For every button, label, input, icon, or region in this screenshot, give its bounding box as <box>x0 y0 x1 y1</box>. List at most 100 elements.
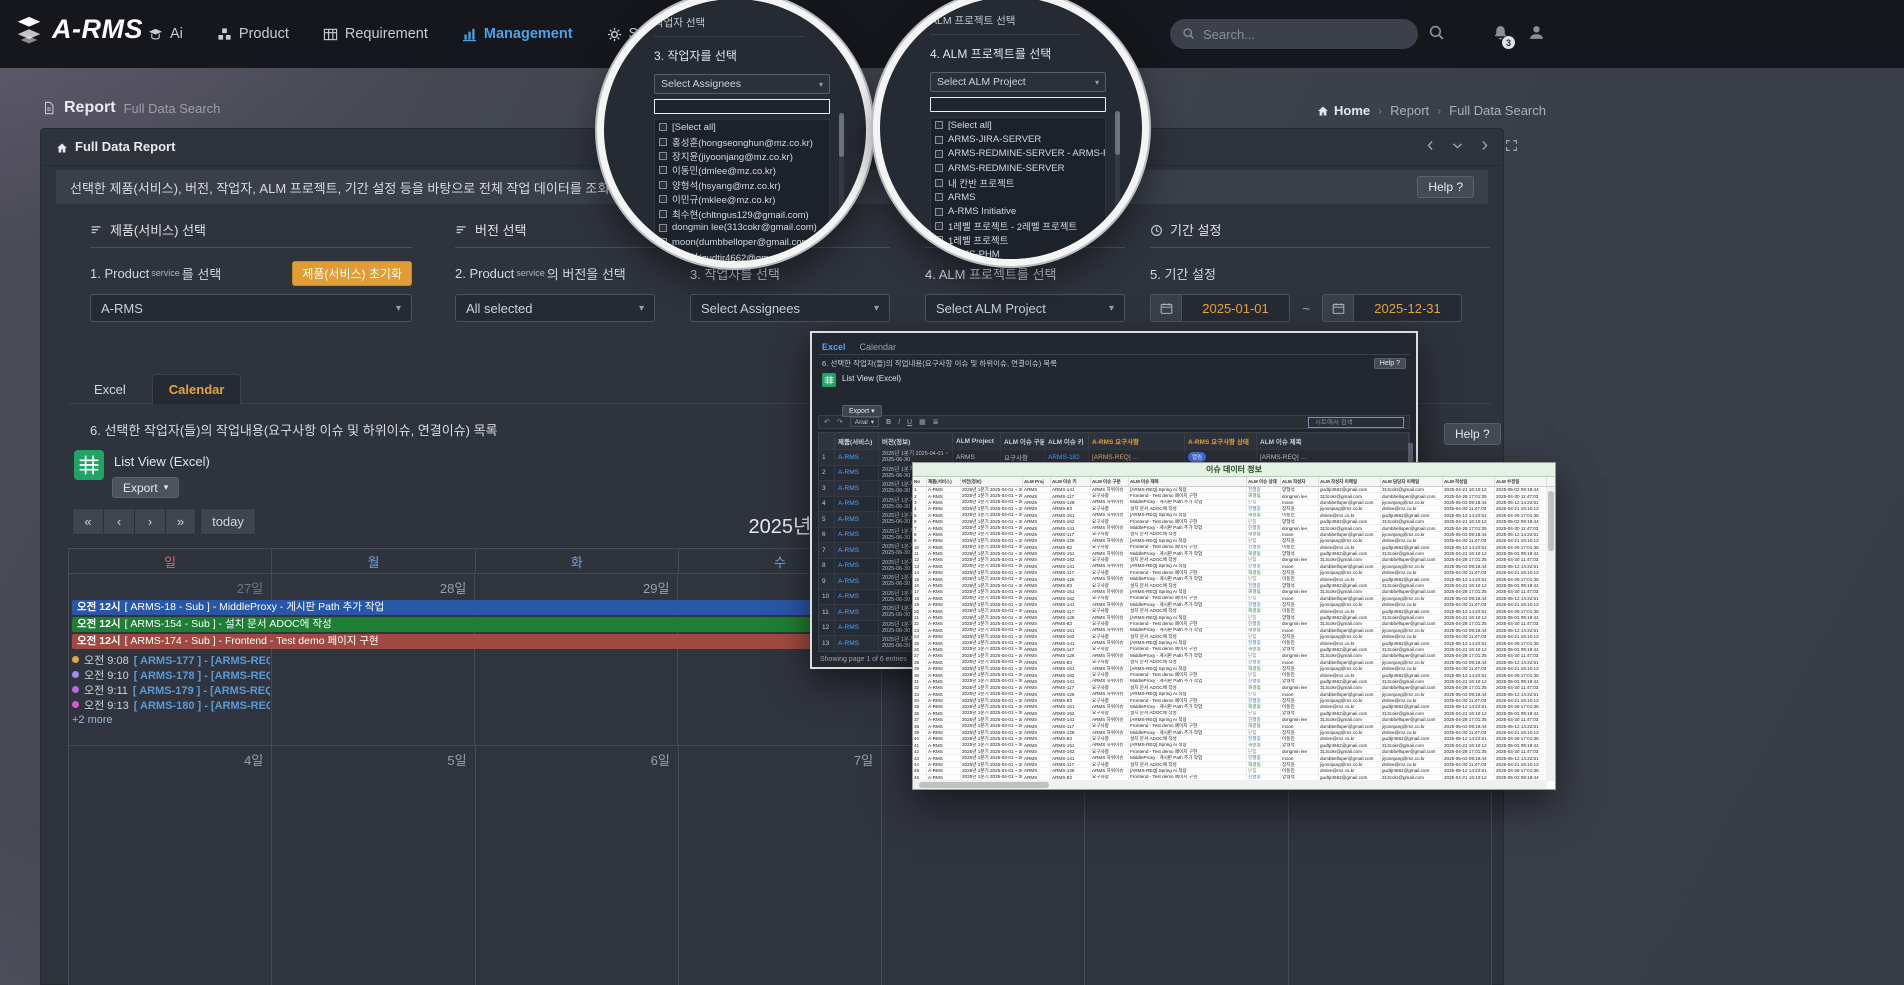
tab-calendar[interactable]: Calendar <box>152 374 242 404</box>
alm-option-6[interactable]: A-RMS Initiative <box>931 204 1105 218</box>
assignee-option-8[interactable]: moon(dumbbelloper@gmail.com) <box>655 235 829 249</box>
sheet-cell: 2025년 1분기 2025-04-01 ~ 2025-06-30 <box>961 596 1023 601</box>
sheet-cell: ARMS <box>1023 775 1051 780</box>
font-select[interactable]: Arial▾ <box>850 417 879 427</box>
tab-excel[interactable]: Excel <box>78 374 142 404</box>
popup-col-6[interactable]: A-RMS 요구사항 상태 <box>1185 433 1257 449</box>
chevron-right-icon[interactable] <box>1478 137 1491 155</box>
calendar-day-cell[interactable]: 7일 <box>679 746 882 985</box>
popup-export-button[interactable]: Export ▾ <box>842 405 882 417</box>
date-to-input[interactable]: 2025-12-31 <box>1354 294 1462 322</box>
assignee-option-2[interactable]: 장지윤(jiyoonjang@mz.co.kr) <box>655 149 829 163</box>
popup-col-5[interactable]: A-RMS 요구사항 <box>1089 433 1185 449</box>
date-from-input[interactable]: 2025-01-01 <box>1182 294 1290 322</box>
popup-col-1[interactable]: 버전(정보) <box>879 433 953 449</box>
calendar-day-cell[interactable]: 5일 <box>272 746 475 985</box>
more-events-link[interactable]: +2 more <box>72 714 270 726</box>
popup-col-4[interactable]: ALM 이슈 키 <box>1045 433 1089 449</box>
calendar-last-button[interactable]: » <box>165 508 196 535</box>
undo-icon[interactable]: ↶ <box>824 418 830 426</box>
align-icon[interactable]: ≣ <box>933 418 939 426</box>
alm-option-8[interactable]: 1레벨 프로젝트 <box>931 233 1105 247</box>
nav-item-requirement[interactable]: Requirement <box>323 26 428 42</box>
breadcrumb-item-0[interactable]: Home <box>1317 103 1370 118</box>
alm-option-1[interactable]: ARMS-JIRA-SERVER <box>931 132 1105 146</box>
user-icon[interactable] <box>1528 24 1545 42</box>
nav-item-ai[interactable]: Ai <box>148 26 183 42</box>
sheet-cell: 4 <box>913 506 927 511</box>
sheet-row[interactable]: 46A-RMS2025년 1분기 2025-04-01 ~ 2025-06-30… <box>913 775 1555 781</box>
assignee-select[interactable]: Select Assignees ▾ <box>690 294 890 322</box>
chevron-left-icon[interactable] <box>1424 137 1437 155</box>
calendar-prev-button[interactable]: ‹ <box>103 508 134 535</box>
calendar-icon-button-to[interactable] <box>1322 294 1354 322</box>
assignee-option-1[interactable]: 홍성훈(hongseonghun@mz.co.kr) <box>655 134 829 148</box>
alm-option-2[interactable]: ARMS-REDMINE-SERVER - ARMS-RE <box>931 147 1105 161</box>
brand[interactable]: A-RMS <box>14 14 143 45</box>
product-reset-button[interactable]: 제품(서비스) 초기화 <box>292 261 412 286</box>
popup-help-button[interactable]: Help ? <box>1374 358 1406 369</box>
sheet-cell: A-RMS <box>927 628 961 633</box>
bubble-scrollbar[interactable] <box>1115 111 1120 229</box>
alm-select[interactable]: Select ALM Project ▾ <box>925 294 1125 322</box>
popup-tab-excel[interactable]: Excel <box>822 342 846 352</box>
search-icon-button[interactable] <box>1428 24 1445 42</box>
calendar-dot-event[interactable]: 오전 9:11[ ARMS-179 ] - [ARMS-REQ] 캐릭 <box>72 682 270 697</box>
assignee-option-6[interactable]: 최수현(chltngus129@gmail.com) <box>655 206 829 220</box>
calendar-next-button[interactable]: › <box>134 508 165 535</box>
assignee-option-3[interactable]: 이동민(dmlee@mz.co.kr) <box>655 163 829 177</box>
calendar-dot-event[interactable]: 오전 9:08[ ARMS-177 ] - [ARMS-REQ] 모니 <box>72 652 270 667</box>
search-input[interactable] <box>1203 27 1406 42</box>
sheet-cell: ARMS-151 <box>1051 704 1091 709</box>
assignee-option-0[interactable]: [Select all] <box>655 120 829 134</box>
expand-icon[interactable] <box>1505 137 1518 155</box>
bubble-alm-select[interactable]: Select ALM Project ▾ <box>930 72 1106 92</box>
redo-icon[interactable]: ↷ <box>837 418 843 426</box>
calendar-icon-button-from[interactable] <box>1150 294 1182 322</box>
alm-option-7[interactable]: 1레벨 프로젝트 - 2레벨 프로젝트 <box>931 219 1105 233</box>
help-button-top[interactable]: Help ? <box>1417 176 1474 198</box>
calendar-day-cell[interactable]: 4일 <box>69 746 272 985</box>
bubble-assignee-select[interactable]: Select Assignees ▾ <box>654 74 830 94</box>
help-button-results[interactable]: Help ? <box>1444 423 1501 445</box>
alm-option-5[interactable]: ARMS <box>931 190 1105 204</box>
calendar-day-cell[interactable]: 6일 <box>476 746 679 985</box>
breadcrumb-item-2[interactable]: Full Data Search <box>1449 103 1546 118</box>
calendar-first-button[interactable]: « <box>72 508 103 535</box>
assignee-option-5[interactable]: 이민규(mklee@mz.co.kr) <box>655 192 829 206</box>
alm-filter-input[interactable] <box>930 97 1106 112</box>
popup-sheet-search-input[interactable] <box>1315 419 1403 426</box>
popup-tab-calendar[interactable]: Calendar <box>860 342 897 352</box>
nav-item-management[interactable]: Management <box>462 26 573 42</box>
sheet-horizontal-scrollbar[interactable] <box>913 781 1547 789</box>
export-button[interactable]: Export ▾ <box>112 477 179 498</box>
popup-col-0[interactable]: 제품(서비스) <box>835 433 879 449</box>
breadcrumb-item-1[interactable]: Report <box>1390 103 1429 118</box>
version-select[interactable]: All selected ▾ <box>455 294 655 322</box>
sheet-cell: 2025-05-02 09:18:44 <box>1495 551 1547 556</box>
alm-option-3[interactable]: ARMS-REDMINE-SERVER <box>931 161 1105 175</box>
grid-icon[interactable]: ▦ <box>919 418 926 426</box>
popup-col-2[interactable]: ALM Project <box>953 433 1001 449</box>
assignee-filter-input[interactable] <box>654 99 830 114</box>
popup-col-3[interactable]: ALM 이슈 구분 <box>1001 433 1045 449</box>
nav-item-product[interactable]: Product <box>217 26 289 42</box>
chevron-down-icon[interactable] <box>1451 137 1464 155</box>
popup-col-7[interactable]: ALM 이슈 제목 <box>1257 433 1409 449</box>
assignee-option-4[interactable]: 양형석(hsyang@mz.co.kr) <box>655 178 829 192</box>
underline-icon[interactable]: U <box>907 419 912 426</box>
calendar-dot-event[interactable]: 오전 9:13[ ARMS-180 ] - [ARMS-REQ] 상세 <box>72 697 270 712</box>
calendar-dot-event[interactable]: 오전 9:10[ ARMS-178 ] - [ARMS-REQ] 엑스 <box>72 667 270 682</box>
alm-option-4[interactable]: 내 칸반 프로젝트 <box>931 176 1105 190</box>
assignee-option-7[interactable]: dongmin lee(313cokr@gmail.com) <box>655 221 829 235</box>
bubble-scrollbar[interactable] <box>839 113 844 231</box>
sheet-cell: dmlee@mz.co.kr <box>1381 634 1443 639</box>
sheet-vertical-scrollbar[interactable] <box>1547 487 1555 781</box>
product-select[interactable]: A-RMS ▾ <box>90 294 412 322</box>
notifications-icon[interactable]: 3 <box>1492 24 1509 42</box>
italic-icon[interactable]: I <box>898 419 900 426</box>
today-button[interactable]: today <box>200 508 256 535</box>
alm-option-0[interactable]: [Select all] <box>931 118 1105 132</box>
bold-icon[interactable]: B <box>886 419 891 426</box>
sheet-cell: ARMS <box>1023 640 1051 645</box>
